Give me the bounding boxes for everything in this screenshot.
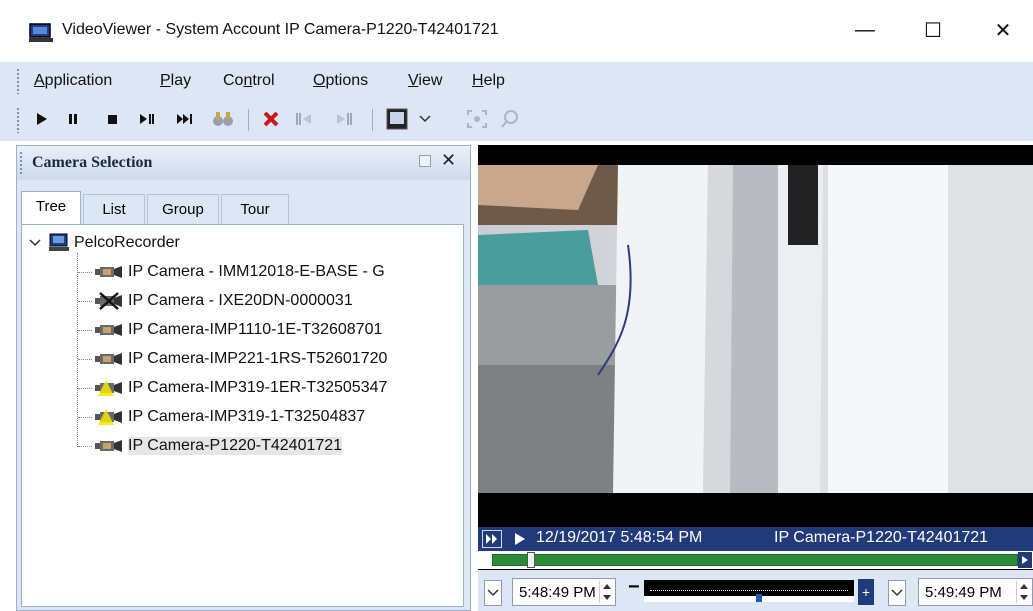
end-time-field[interactable]: 5:49:49 PM [918,578,1033,606]
time-controls: 5:48:49 PM − + 5:49:49 PM [478,570,1033,611]
maximize-button[interactable]: ☐ [910,10,956,50]
time-scale-slider[interactable] [644,580,854,602]
time-scale-thumb[interactable] [756,594,762,602]
camera-label: IP Camera-IMP319-1-T32504837 [128,408,366,425]
camera-icon [95,266,122,278]
prev-marker-icon[interactable] [292,105,316,133]
panel-title: Camera Selection [32,154,153,171]
delete-icon[interactable] [258,105,284,133]
stop-icon[interactable] [102,105,124,133]
zoom-out-icon[interactable]: − [628,576,640,599]
video-frame[interactable] [478,165,1033,493]
tab-list[interactable]: List [83,194,145,224]
start-time-field[interactable]: 5:48:49 PM [512,578,616,606]
menu-grip [16,68,20,94]
tree-camera-item[interactable]: IP Camera-IMP221-1RS-T52601720 [78,346,387,372]
play-icon[interactable] [30,105,52,133]
toolbar-grip [16,107,20,133]
toolbar-separator [372,109,373,131]
tree-camera-item[interactable]: IP Camera - IMM12018-E-BASE - G [78,259,385,285]
app-monitor-icon [29,23,53,42]
camera-offline-icon [95,292,122,310]
tree-root[interactable]: PelcoRecorder [28,230,180,256]
camera-label: IP Camera - IMM12018-E-BASE - G [128,263,385,280]
binoculars-icon[interactable] [210,105,236,133]
panel-float-icon[interactable] [419,155,431,167]
title-bar: VideoViewer - System Account IP Camera-P… [0,0,1033,62]
camera-selection-panel: Camera Selection ✕ Tree List Group Tour … [16,145,471,611]
camera-name-label: IP Camera-P1220-T42401721 [774,529,989,546]
start-time-spinner[interactable] [599,581,613,603]
layout-icon[interactable] [382,105,412,133]
menu-control[interactable]: Control [223,72,275,90]
tab-group[interactable]: Group [147,194,219,224]
menu-help[interactable]: Help [472,72,505,90]
tree-camera-item[interactable]: IP Camera-IMP1110-1E-T32608701 [78,317,382,343]
progress-scroll-right-icon[interactable] [1018,552,1032,568]
camera-label: IP Camera-P1220-T42401721 [128,437,343,455]
tab-tour[interactable]: Tour [221,194,289,224]
end-time-spinner[interactable] [1016,581,1030,603]
search-icon[interactable] [498,105,522,133]
zoom-fit-icon[interactable] [464,105,490,133]
menu-bar: Application Play Control Options View He… [0,62,1033,99]
zoom-in-icon[interactable]: + [858,579,874,605]
tree-camera-item[interactable]: IP Camera-IMP319-1ER-T32505347 [78,375,387,401]
minimize-button[interactable]: — [842,10,888,50]
chevron-down-icon[interactable] [888,580,906,606]
tree-camera-item[interactable]: IP Camera-IMP319-1-T32504837 [78,404,365,430]
camera-warning-icon [95,380,122,396]
tab-tree[interactable]: Tree [21,191,81,224]
camera-feed-image [478,165,1033,493]
playback-progress[interactable] [478,551,1033,569]
camera-label: IP Camera-IMP1110-1E-T32608701 [128,321,383,338]
panel-grip [19,151,23,175]
end-time-value: 5:49:49 PM [925,583,1002,601]
camera-warning-icon [95,409,122,425]
menu-application[interactable]: Application [34,72,112,90]
tree-camera-item[interactable]: IP Camera - IXE20DN-0000031 [78,288,353,314]
fast-play-icon[interactable] [482,530,502,548]
camera-icon [95,353,122,365]
panel-close-icon[interactable]: ✕ [441,150,456,171]
camera-tree: PelcoRecorder IP Camera - IMM12018-E-BAS… [21,224,464,607]
pause-icon[interactable] [62,105,84,133]
close-button[interactable]: ✕ [980,10,1026,50]
window-title: VideoViewer - System Account IP Camera-P… [62,21,499,38]
playback-status-bar: 12/19/2017 5:48:54 PM IP Camera-P1220-T4… [478,527,1033,551]
recorder-icon [49,233,69,251]
menu-options[interactable]: Options [313,72,368,90]
step-forward-icon[interactable] [134,105,160,133]
toolbar [0,99,1033,141]
progress-thumb[interactable] [527,552,535,568]
menu-play[interactable]: Play [160,72,191,90]
chevron-down-icon[interactable] [28,237,42,249]
tree-root-label: PelcoRecorder [74,234,180,251]
camera-icon [95,324,122,336]
tree-camera-item-selected[interactable]: IP Camera-P1220-T42401721 [78,433,343,459]
camera-label: IP Camera-IMP221-1RS-T52601720 [128,350,388,367]
toolbar-separator [248,109,249,131]
next-marker-icon[interactable] [332,105,356,133]
menu-view[interactable]: View [408,72,442,90]
progress-fill [492,554,1018,566]
camera-label: IP Camera-IMP319-1ER-T32505347 [128,379,388,396]
camera-label: IP Camera - IXE20DN-0000031 [128,292,353,309]
timestamp-label: 12/19/2017 5:48:54 PM [536,529,703,546]
panel-header: Camera Selection ✕ [17,146,470,180]
start-time-value: 5:48:49 PM [519,583,596,601]
camera-icon [95,440,122,452]
play-state-icon [515,533,525,545]
dropdown-icon[interactable] [414,105,436,133]
skip-forward-icon[interactable] [172,105,198,133]
chevron-down-icon[interactable] [484,580,502,606]
